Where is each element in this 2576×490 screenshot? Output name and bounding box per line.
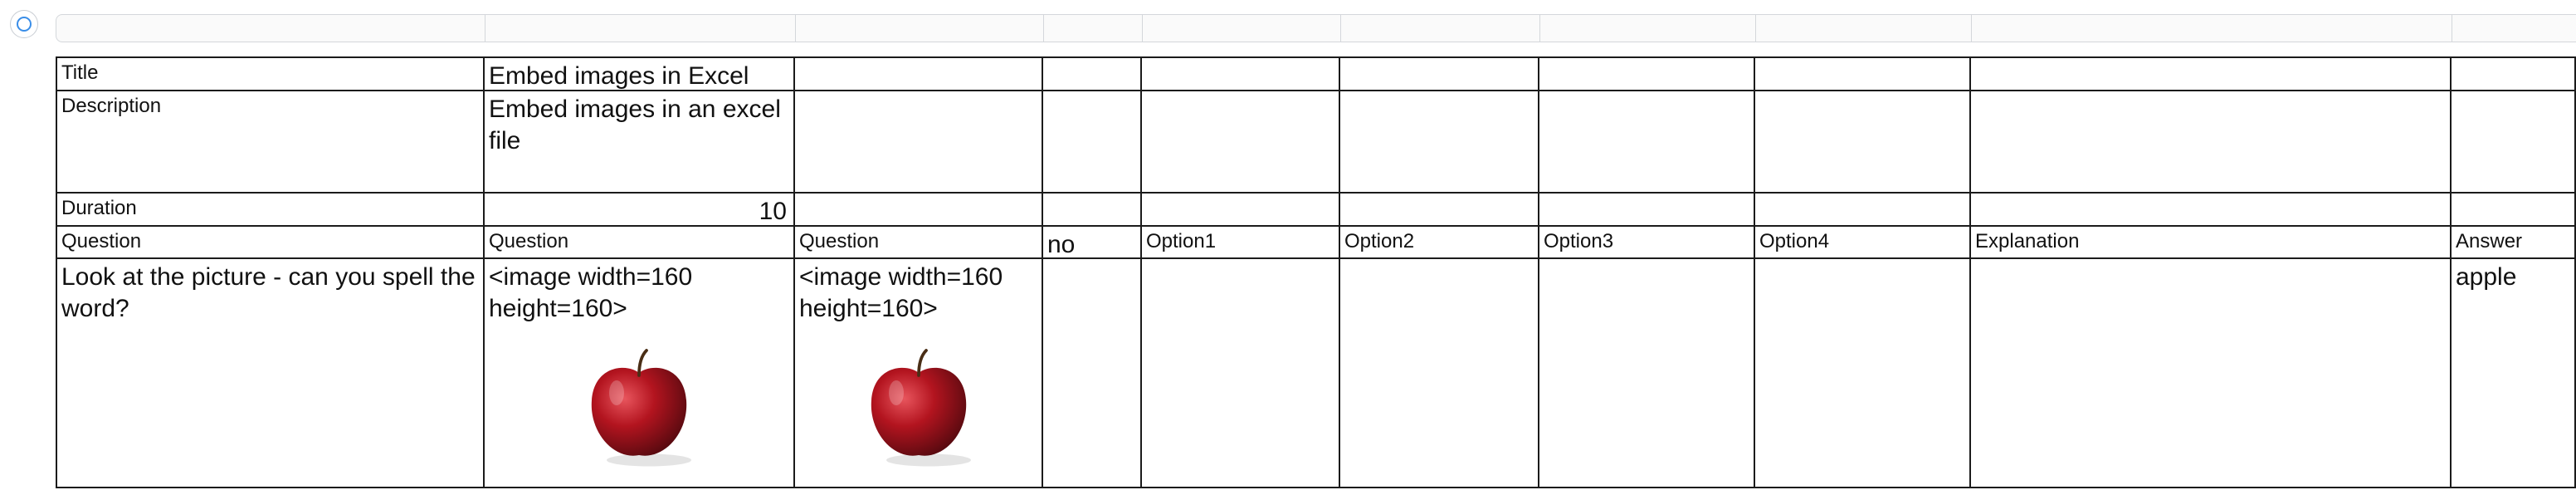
cell-i5[interactable] [1971, 259, 2452, 488]
cell-text: Embed images in an excel file [489, 96, 781, 154]
cell-a5[interactable]: Look at the picture - can you spell the … [56, 259, 485, 488]
column-header-d[interactable] [1043, 14, 1143, 42]
cell-text: Explanation [1975, 230, 2080, 252]
cell-g4[interactable]: Option3 [1539, 227, 1755, 259]
cell-b3[interactable]: 10 [485, 194, 795, 227]
column-header-a[interactable] [56, 14, 485, 42]
cell-text: Question [489, 230, 569, 252]
cell-j3[interactable] [2452, 194, 2576, 227]
cell-g1[interactable] [1539, 56, 1755, 91]
cell-text: Question [61, 230, 142, 252]
column-header-e[interactable] [1142, 14, 1341, 42]
column-header-f[interactable] [1340, 14, 1540, 42]
row-header-4[interactable] [0, 227, 46, 259]
cell-text: Embed images in Excel [489, 62, 749, 90]
cell-f2[interactable] [1340, 91, 1539, 194]
cell-h2[interactable] [1755, 91, 1971, 194]
cell-text: no [1047, 231, 1076, 258]
cell-g5[interactable] [1539, 259, 1755, 488]
cell-text: <image width=160 height=160> [489, 263, 693, 322]
cell-h1[interactable] [1755, 56, 1971, 91]
cell-b1[interactable]: Embed images in Excel [485, 56, 795, 91]
cell-c2[interactable] [795, 91, 1043, 194]
row-header-2[interactable] [0, 91, 46, 194]
cell-text: Look at the picture - can you spell the … [61, 263, 476, 322]
cell-d2[interactable] [1043, 91, 1142, 194]
cell-b2[interactable]: Embed images in an excel file [485, 91, 795, 194]
cell-text: Duration [61, 197, 137, 219]
cell-text: Option3 [1544, 230, 1614, 252]
cell-b4[interactable]: Question [485, 227, 795, 259]
cell-d1[interactable] [1043, 56, 1142, 91]
cell-h4[interactable]: Option4 [1755, 227, 1971, 259]
cell-e5[interactable] [1142, 259, 1340, 488]
column-header-b[interactable] [485, 14, 796, 42]
column-header-i[interactable] [1971, 14, 2452, 42]
cell-h3[interactable] [1755, 194, 1971, 227]
cell-text: apple [2456, 263, 2517, 291]
cell-text: Option4 [1759, 230, 1830, 252]
cell-e2[interactable] [1142, 91, 1340, 194]
cell-g3[interactable] [1539, 194, 1755, 227]
cell-text: Description [61, 95, 162, 117]
cell-text: Option1 [1146, 230, 1217, 252]
cell-a1[interactable]: Title [56, 56, 485, 91]
cell-a4[interactable]: Question [56, 227, 485, 259]
cell-text: <image width=160 height=160> [799, 263, 1003, 322]
cell-c4[interactable]: Question [795, 227, 1043, 259]
apple-image-wet [856, 345, 981, 470]
cell-h5[interactable] [1755, 259, 1971, 488]
cell-text: Option2 [1344, 230, 1415, 252]
cell-f3[interactable] [1340, 194, 1539, 227]
apple-image [577, 345, 701, 470]
cell-c1[interactable] [795, 56, 1043, 91]
row-header-1[interactable] [0, 56, 46, 91]
cell-text: Question [799, 230, 880, 252]
cell-text: Answer [2456, 230, 2523, 252]
cell-f1[interactable] [1340, 56, 1539, 91]
cell-e3[interactable] [1142, 194, 1340, 227]
column-header-j[interactable] [2452, 14, 2576, 42]
cell-i4[interactable]: Explanation [1971, 227, 2452, 259]
cell-f5[interactable] [1340, 259, 1539, 488]
column-header-c[interactable] [795, 14, 1044, 42]
cell-f4[interactable]: Option2 [1340, 227, 1539, 259]
column-header-h[interactable] [1755, 14, 1972, 42]
select-all-button[interactable] [10, 10, 38, 38]
row-header-5[interactable] [0, 259, 46, 488]
cell-i2[interactable] [1971, 91, 2452, 194]
cell-a3[interactable]: Duration [56, 194, 485, 227]
cell-a2[interactable]: Description [56, 91, 485, 194]
cell-b5[interactable]: <image width=160 height=160> [485, 259, 795, 488]
cell-d4[interactable]: no [1043, 227, 1142, 259]
cell-i3[interactable] [1971, 194, 2452, 227]
row-header-3[interactable] [0, 194, 46, 227]
cell-c5[interactable]: <image width=160 height=160> [795, 259, 1043, 488]
cell-j4[interactable]: Answer [2452, 227, 2576, 259]
cell-e4[interactable]: Option1 [1142, 227, 1340, 259]
cell-d3[interactable] [1043, 194, 1142, 227]
column-header-g[interactable] [1539, 14, 1756, 42]
cell-text: 10 [759, 198, 787, 225]
cell-j5[interactable]: apple [2452, 259, 2576, 488]
cell-e1[interactable] [1142, 56, 1340, 91]
cell-i1[interactable] [1971, 56, 2452, 91]
spreadsheet: Title Embed images in Excel Description Emb… [0, 0, 2576, 490]
cell-text: Title [61, 61, 99, 84]
cell-j1[interactable] [2452, 56, 2576, 91]
cell-j2[interactable] [2452, 91, 2576, 194]
cell-c3[interactable] [795, 194, 1043, 227]
cell-g2[interactable] [1539, 91, 1755, 194]
cell-d5[interactable] [1043, 259, 1142, 488]
